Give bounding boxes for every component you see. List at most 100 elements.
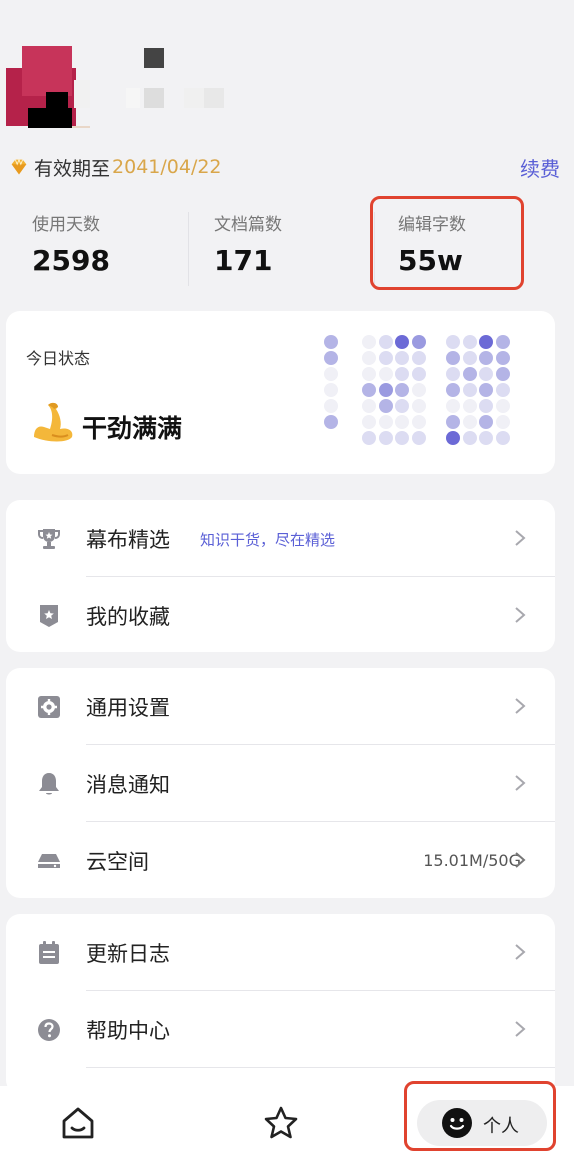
status-dot [495,351,510,365]
status-text: 干劲满满 [82,414,183,443]
membership-expiry-date: 2041/04/22 [112,156,222,178]
status-dot [446,383,460,397]
menu-item-settings-label: 通用设置 [86,696,170,720]
status-dot [378,335,393,349]
status-dot [479,351,493,365]
stat-documents-value: 171 [214,244,273,277]
chevron-right-icon [515,698,526,714]
status-dot [479,383,493,397]
status-dot [362,335,376,349]
status-dot [324,367,338,381]
status-dot [495,415,510,429]
today-status-card[interactable]: 今日状态 干劲满满 [6,311,555,474]
status-dot [446,399,460,413]
status-dot [411,367,426,381]
menu-item-help[interactable]: 帮助中心 [6,991,555,1068]
status-dot [411,431,426,445]
status-dot [395,351,409,365]
flexed-biceps-icon [34,402,73,442]
status-dot [378,351,393,365]
menu-item-featured-label: 幕布精选 [86,528,170,552]
status-dot [479,399,493,413]
divider [86,1067,555,1068]
status-dot [411,399,426,413]
storage-drive-icon [38,854,60,868]
home-icon[interactable] [58,1104,98,1142]
status-dot [324,335,338,349]
cloud-usage-value: 15.01M/50G [423,851,521,870]
chevron-right-icon [515,852,526,868]
status-dot [495,335,510,349]
stat-days-value: 2598 [32,244,110,277]
bookmark-star-icon [40,605,58,627]
status-dot [362,431,376,445]
menu-item-favorites[interactable]: 我的收藏 [6,577,555,654]
chevron-right-icon [515,530,526,546]
status-dot [362,399,376,413]
menu-group-2: 通用设置 消息通知 云空间 15.01M/50G [6,668,555,898]
menu-item-settings[interactable]: 通用设置 [6,668,555,745]
menu-item-featured-subtitle: 知识干货，尽在精选 [200,531,336,549]
status-dot [462,431,477,445]
status-dot [479,367,493,381]
status-dot [462,335,477,349]
menu-item-notifications[interactable]: 消息通知 [6,745,555,822]
status-dot [479,431,493,445]
status-dot [495,367,510,381]
stat-days-label: 使用天数 [32,215,100,235]
menu-group-1: 幕布精选 知识干货，尽在精选 我的收藏 [6,500,555,652]
menu-item-help-label: 帮助中心 [86,1019,170,1043]
status-dot [411,351,426,365]
status-dot [378,431,393,445]
status-dot [362,351,376,365]
renew-button[interactable]: 续费 [520,153,560,182]
status-dot [378,399,393,413]
stat-documents-label: 文档篇数 [214,215,282,235]
status-dot [446,431,460,445]
calendar-log-icon [39,941,59,964]
status-dot [411,415,426,429]
menu-item-cloud[interactable]: 云空间 15.01M/50G [6,822,555,899]
help-question-icon [38,1019,60,1041]
status-dot [324,399,338,413]
status-dot [479,335,493,349]
status-dot [446,335,460,349]
status-dot [395,399,409,413]
avatar[interactable] [6,40,90,128]
status-dot [446,415,460,429]
status-dot [462,367,477,381]
menu-item-changelog[interactable]: 更新日志 [6,914,555,991]
status-dot [411,335,426,349]
status-dot [446,367,460,381]
status-dot [324,383,338,397]
status-dot [495,431,510,445]
divider [188,212,189,286]
status-dot [324,415,338,429]
status-dot [462,383,477,397]
bell-icon [39,773,59,795]
chevron-right-icon [515,1021,526,1037]
trophy-icon [38,529,60,549]
status-dot [378,367,393,381]
menu-item-changelog-label: 更新日志 [86,942,170,966]
status-dot [362,415,376,429]
status-dot [362,367,376,381]
menu-item-cloud-label: 云空间 [86,850,149,874]
status-dot [462,415,477,429]
annotation-highlight-me-tab [404,1081,556,1151]
status-label: 今日状态 [26,349,91,368]
status-dot-grid [324,335,536,453]
menu-item-featured[interactable]: 幕布精选 知识干货，尽在精选 [6,500,555,577]
chevron-right-icon [515,607,526,623]
star-icon[interactable] [261,1104,301,1142]
membership-label: 有效期至 [34,157,111,180]
status-dot [395,431,409,445]
username-pixelated [126,46,246,116]
status-dot [362,383,376,397]
status-dot [479,415,493,429]
status-dot [395,367,409,381]
status-dot [395,335,409,349]
menu-item-notifications-label: 消息通知 [86,773,170,797]
diamond-icon [11,158,27,175]
status-dot [495,399,510,413]
